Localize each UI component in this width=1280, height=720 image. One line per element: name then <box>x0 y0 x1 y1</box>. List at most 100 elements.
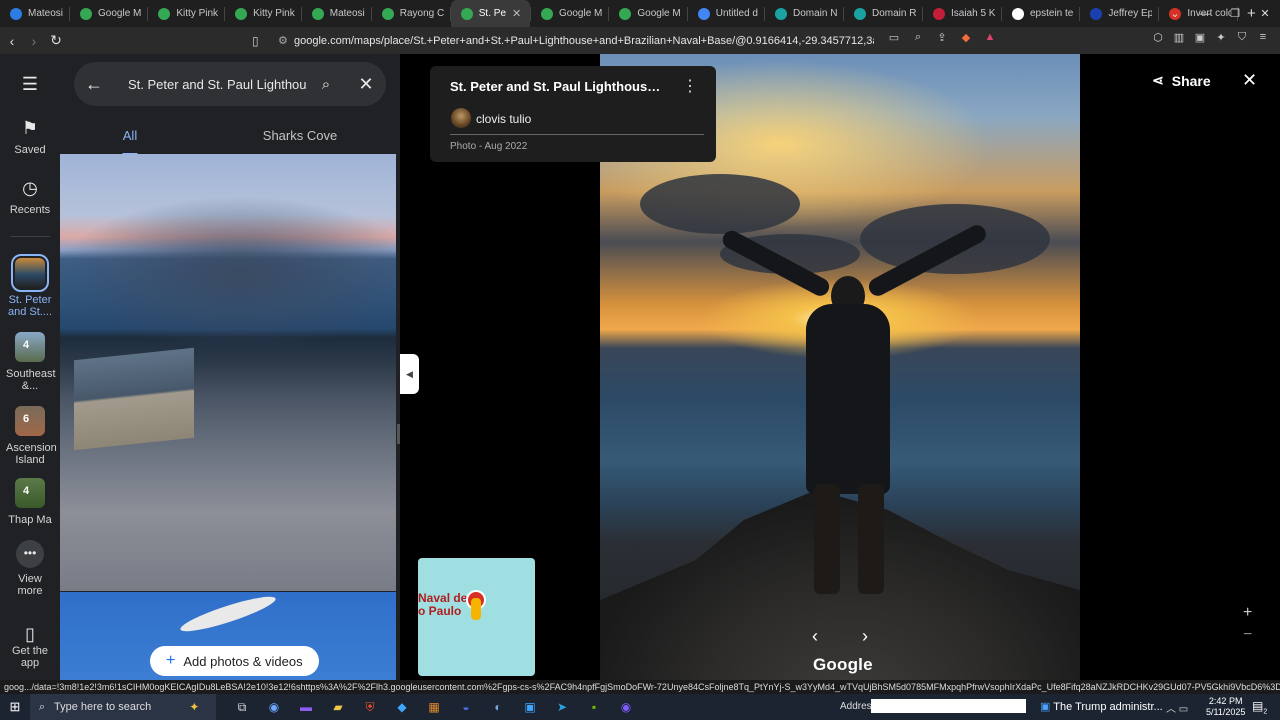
browser-tab[interactable]: Domain R <box>844 0 922 27</box>
leo-icon[interactable]: ✦ <box>1212 31 1230 44</box>
browser-tab[interactable]: Isaiah 5 K <box>923 0 1001 27</box>
zoom-in-icon[interactable]: + <box>1243 604 1252 622</box>
telegram-icon[interactable]: ➤ <box>546 700 578 714</box>
clear-search-icon[interactable]: ✕ <box>346 74 386 95</box>
extensions-icon[interactable]: ⬡ <box>1149 31 1167 44</box>
app-icon[interactable]: ◐ <box>482 700 514 714</box>
place-thumbnail: 6 <box>15 406 45 436</box>
photo-cloud <box>640 174 800 234</box>
app-icon[interactable]: ▦ <box>418 700 450 714</box>
browser-tab[interactable]: St. Pe ✕ <box>450 0 531 27</box>
tab-search-icon[interactable]: ⌄ <box>1160 7 1190 20</box>
place-thumbnail <box>11 254 49 292</box>
file-explorer-icon[interactable]: ▰ <box>322 700 354 714</box>
maps-left-rail: ☰ ⚑ Saved ◷ Recents St. Peter and St....… <box>0 54 60 680</box>
app-icon[interactable]: ▬ <box>290 700 322 714</box>
browser-tab[interactable]: Google M <box>70 0 147 27</box>
browser-tab[interactable]: Untitled d <box>688 0 764 27</box>
get-app-button[interactable]: ▯ Get the app <box>0 625 60 669</box>
recents-button[interactable]: ◷ Recents <box>0 178 60 216</box>
windows-start-icon[interactable]: ⊞ <box>0 699 30 715</box>
rail-place-ascension[interactable]: 6 Ascension Island <box>0 406 60 466</box>
browser-tab[interactable]: Google M <box>531 0 608 27</box>
map-pin-icon <box>541 7 554 20</box>
pegman-icon[interactable] <box>471 598 481 620</box>
reload-icon[interactable]: ↻ <box>46 32 66 49</box>
rail-place-thap-ma[interactable]: 4 Thap Ma <box>0 478 60 526</box>
menu-icon: ☰ <box>21 74 39 94</box>
photo-thumbnail[interactable] <box>60 154 396 591</box>
previous-photo-icon[interactable]: ‹ <box>803 626 827 647</box>
minimap[interactable]: Naval de o Paulo <box>418 558 535 676</box>
address-toolbar-input[interactable] <box>871 699 1026 713</box>
cast-icon[interactable]: ▭ <box>884 31 904 44</box>
photo-author[interactable]: clovis tulio <box>476 112 531 126</box>
browser-tab[interactable]: Domain N <box>765 0 843 27</box>
wallet-icon[interactable]: ▣ <box>1191 31 1209 44</box>
more-vert-icon[interactable]: ⋮ <box>682 76 698 96</box>
notifications-icon[interactable]: ▤2 <box>1252 699 1267 715</box>
search-input[interactable] <box>128 76 306 92</box>
browser-tab[interactable]: Mateosi <box>0 0 69 27</box>
close-tab-icon[interactable]: ✕ <box>512 7 524 20</box>
back-arrow-icon[interactable]: ← <box>74 74 114 95</box>
app-icon[interactable]: ▣ <box>514 700 546 714</box>
browser-tab[interactable]: Mateosi <box>302 0 371 27</box>
view-more-button[interactable]: ••• View more <box>0 540 60 597</box>
doc-icon <box>697 7 710 20</box>
copilot-icon[interactable]: ◉ <box>258 700 290 714</box>
minimize-button[interactable]: — <box>1190 8 1220 20</box>
browser-tab[interactable]: epstein te <box>1002 0 1079 27</box>
brave-shield-icon[interactable]: ◆ <box>956 31 976 44</box>
site-info-icon[interactable]: ⚙ <box>278 34 294 47</box>
nvidia-icon[interactable]: ▪ <box>578 700 610 714</box>
browser-tab[interactable]: Google M <box>609 0 686 27</box>
browser-menu-icon[interactable]: ≡ <box>1254 31 1272 44</box>
browser-tab[interactable]: Kitty Pink <box>225 0 301 27</box>
share-page-icon[interactable]: ⇪ <box>932 31 952 44</box>
app-icon[interactable]: ◉ <box>610 700 642 714</box>
brave-browser-icon[interactable]: ⛨ <box>354 700 386 715</box>
avatar[interactable] <box>451 108 471 128</box>
saved-button[interactable]: ⚑ Saved <box>0 118 60 156</box>
vpn-icon[interactable]: ⛉ <box>1233 31 1251 44</box>
taskbar-search[interactable]: ⌕ Type here to search ✦ <box>30 694 216 720</box>
add-photos-button[interactable]: + Add photos & videos <box>150 646 319 676</box>
zoom-out-icon[interactable]: − <box>1243 626 1252 644</box>
forward-icon[interactable]: › <box>24 33 44 49</box>
close-window-button[interactable]: ✕ <box>1250 7 1280 20</box>
next-photo-icon[interactable]: › <box>853 626 877 647</box>
browser-tab[interactable]: Rayong C <box>372 0 450 27</box>
close-icon[interactable]: ✕ <box>1242 70 1257 91</box>
tray-icons[interactable]: ︿ ▭ <box>1166 700 1188 715</box>
main-menu-button[interactable]: ☰ <box>0 74 60 100</box>
taskbar-clock[interactable]: 2:42 PM 5/11/2025 <box>1206 696 1245 718</box>
sidebar-icon[interactable]: ▥ <box>1170 31 1188 44</box>
search-icon[interactable]: ⌕ <box>306 76 346 93</box>
address-bar[interactable]: ▯ ⚙ google.com/maps/place/St.+Peter+and+… <box>252 30 902 51</box>
news-widget[interactable]: ▣ The Trump administr... <box>1040 700 1163 713</box>
app-icon[interactable]: ◒ <box>450 700 482 714</box>
browser-tab[interactable]: Kitty Pink <box>148 0 224 27</box>
map-pin-icon <box>235 7 248 20</box>
restore-button[interactable]: ❐ <box>1220 7 1250 20</box>
search-results-panel: ← ⌕ ✕ All Sharks Cove + Add photos & vid… <box>60 54 400 680</box>
bookmark-icon[interactable]: ▯ <box>252 34 272 48</box>
tab-title: Domain N <box>792 8 837 19</box>
share-button[interactable]: ⋖ Share <box>1152 72 1211 89</box>
back-icon[interactable]: ‹ <box>2 33 22 49</box>
rail-place-southeast[interactable]: 4 Southeast &... <box>0 332 60 392</box>
tab-sharks-cove[interactable]: Sharks Cove <box>200 120 400 155</box>
extension-icons: ⬡ ▥ ▣ ✦ ⛉ ≡ <box>1149 31 1272 44</box>
browser-tab-strip: Mateosi Google M Kitty Pink Kitty Pink Mateo… <box>0 0 1280 27</box>
tab-all[interactable]: All <box>60 120 200 156</box>
url-text[interactable]: google.com/maps/place/St.+Peter+and+St.+… <box>294 35 874 47</box>
zoom-icon[interactable]: ⌕ <box>908 31 928 44</box>
brave-rewards-icon[interactable]: ▲ <box>980 31 1000 44</box>
collapse-panel-button[interactable]: ◀ <box>400 354 419 394</box>
task-view-icon[interactable]: ⧉ <box>226 700 258 715</box>
browser-toolbar: ‹ › ↻ ▯ ⚙ google.com/maps/place/St.+Pete… <box>0 27 1280 54</box>
browser-tab[interactable]: Jeffrey Ep <box>1080 0 1158 27</box>
vscode-icon[interactable]: ◆ <box>386 700 418 714</box>
rail-place-st-peter[interactable]: St. Peter and St.... <box>0 254 60 318</box>
